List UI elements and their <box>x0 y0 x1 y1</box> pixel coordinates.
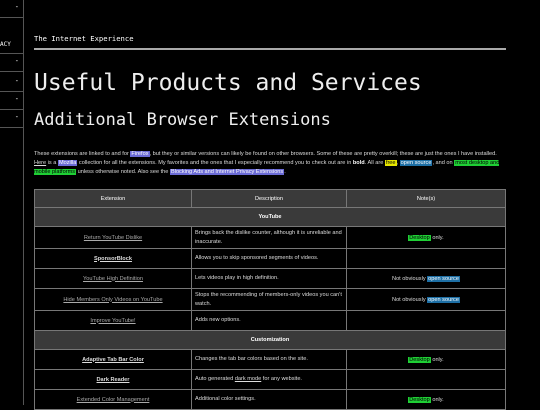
table-row: Improve YouTube! Adds new options. <box>34 310 506 331</box>
sidebar-item-6[interactable]: - <box>0 110 23 128</box>
sidebar-item-privacy[interactable]: ACY <box>0 36 23 54</box>
desktop-tag[interactable]: Desktop <box>408 396 431 403</box>
dark-mode-link[interactable]: dark mode <box>235 376 261 382</box>
here-link[interactable]: Here <box>34 160 46 166</box>
note-cell <box>346 248 506 269</box>
column-header-notes: Note(s) <box>346 189 506 208</box>
column-header-extension: Extension <box>34 189 192 208</box>
table-header-row: Extension Description Note(s) <box>34 189 506 208</box>
open-source-tag[interactable]: open source <box>399 160 433 166</box>
description-cell: Lets videos play in high definition. <box>191 268 347 289</box>
intro-text: These extensions are linked to and for <box>34 151 131 157</box>
extension-link[interactable]: Extended Color Management <box>77 397 150 403</box>
sidebar-item-5[interactable]: - <box>0 92 23 110</box>
description-cell: Adds new options. <box>191 310 347 331</box>
note-text: only. <box>430 396 444 403</box>
intro-text: , and on <box>432 160 455 166</box>
table-row: YouTube High Definition Lets videos play… <box>34 268 506 289</box>
note-cell: Desktop only. <box>346 389 506 410</box>
table-row: Dark Reader Auto generated dark mode for… <box>34 369 506 390</box>
intro-text: is a <box>46 160 58 166</box>
extension-link[interactable]: Return YouTube Dislike <box>84 235 142 241</box>
column-header-description: Description <box>191 189 347 208</box>
description-cell: Additional color settings. <box>191 389 347 410</box>
description-cell: Brings back the dislike counter, althoug… <box>191 226 347 249</box>
table-row: SponsorBlock Allows you to skip sponsore… <box>34 248 506 269</box>
extension-link[interactable]: Adaptive Tab Bar Color <box>82 357 144 363</box>
extension-link[interactable]: Hide Members Only Videos on YouTube <box>63 297 162 303</box>
page-subtitle: Additional Browser Extensions <box>34 110 331 130</box>
section-label: YouTube <box>34 207 506 227</box>
mozilla-link[interactable]: Mozilla <box>57 160 78 166</box>
description-cell: Allows you to skip sponsored segments of… <box>191 248 347 269</box>
extension-link[interactable]: SponsorBlock <box>94 256 132 262</box>
intro-text: collection for all the extensions. My fa… <box>77 160 353 166</box>
note-text: only. <box>430 356 444 363</box>
intro-text: , but they or similar versions can likel… <box>149 151 497 157</box>
note-text: only. <box>430 234 444 241</box>
intro-paragraph: These extensions are linked to and for F… <box>34 150 506 177</box>
table-row: Return YouTube Dislike Brings back the d… <box>34 226 506 249</box>
extension-link[interactable]: Improve YouTube! <box>90 318 135 324</box>
extension-link[interactable]: Dark Reader <box>97 377 130 383</box>
blocking-ads-link[interactable]: Blocking Ads and Internet Privacy Extens… <box>169 169 285 175</box>
desktop-tag[interactable]: Desktop <box>408 234 431 241</box>
extensions-table: Extension Description Note(s) YouTube Re… <box>34 189 506 410</box>
description-text: for any website. <box>261 376 302 382</box>
description-cell: Changes the tab bar colors based on the … <box>191 349 347 370</box>
page-title: Useful Products and Services <box>34 70 422 96</box>
note-cell: Desktop only. <box>346 226 506 249</box>
note-text: Not obviously <box>392 296 428 303</box>
firefox-link[interactable]: Firefox <box>130 151 150 157</box>
description-text: Auto generated <box>195 376 235 382</box>
note-cell: Not obviously open source <box>346 268 506 289</box>
table-row: Hide Members Only Videos on YouTube Stop… <box>34 288 506 311</box>
intro-text: unless otherwise noted. Also see the <box>76 169 170 175</box>
sidebar-nav: - ACY - - - - <box>0 0 24 405</box>
intro-text: . <box>284 169 286 175</box>
sidebar-item-4[interactable]: - <box>0 74 23 92</box>
sidebar-item-3[interactable]: - <box>0 54 23 72</box>
description-cell: Auto generated dark mode for any website… <box>191 369 347 390</box>
section-label: Customization <box>34 330 506 350</box>
bold-keyword: bold <box>352 160 365 166</box>
note-text: Not obviously <box>392 275 428 282</box>
sidebar-item-1[interactable]: - <box>0 0 23 18</box>
open-source-tag[interactable]: open source <box>427 275 460 282</box>
site-title[interactable]: The Internet Experience <box>34 34 134 43</box>
note-cell <box>346 310 506 331</box>
note-cell: Desktop only. <box>346 349 506 370</box>
open-source-tag[interactable]: open source <box>427 296 460 303</box>
intro-text: . All are <box>364 160 385 166</box>
section-row-customization: Customization <box>34 330 506 350</box>
extension-link[interactable]: YouTube High Definition <box>83 276 143 282</box>
header-divider <box>34 48 506 50</box>
table-row: Adaptive Tab Bar Color Changes the tab b… <box>34 349 506 370</box>
free-tag[interactable]: free <box>384 160 397 166</box>
note-cell <box>346 369 506 390</box>
desktop-tag[interactable]: Desktop <box>408 356 431 363</box>
section-row-youtube: YouTube <box>34 207 506 227</box>
table-row: Extended Color Management Additional col… <box>34 389 506 410</box>
note-cell: Not obviously open source <box>346 288 506 311</box>
description-cell: Stops the recommending of members-only v… <box>191 288 347 311</box>
